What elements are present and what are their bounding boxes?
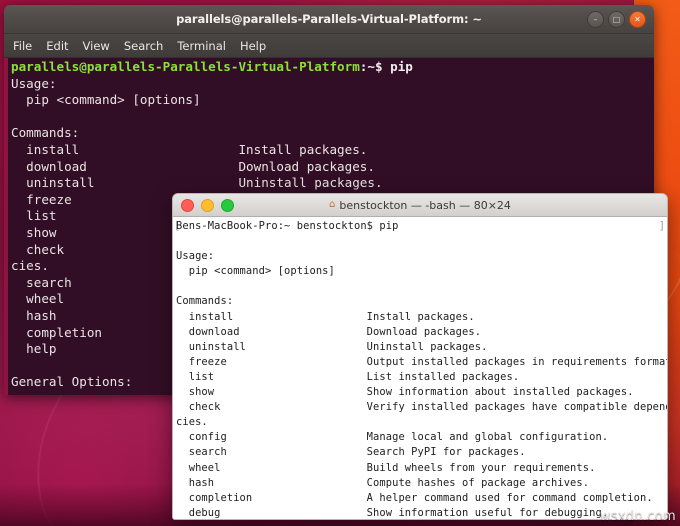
ubuntu-titlebar[interactable]: parallels@parallels-Parallels-Virtual-Pl… (4, 5, 654, 34)
menu-item-view[interactable]: View (83, 39, 110, 53)
ubuntu-left-accent-edge (4, 58, 8, 395)
watermark-text: wsxdn.com (599, 509, 676, 524)
maximize-icon[interactable]: □ (608, 11, 625, 28)
mac-titlebar[interactable]: ⌂ benstockton — -bash — 80×24 (173, 194, 667, 217)
mac-terminal-output: Bens-MacBook-Pro:~ benstockton$ pip Usag… (176, 220, 667, 519)
home-folder-icon: ⌂ (329, 199, 336, 210)
mac-terminal-body[interactable]: [ ] Bens-MacBook-Pro:~ benstockton$ pip … (173, 217, 667, 519)
desktop-screen: parallels@parallels-Parallels-Virtual-Pl… (0, 0, 680, 526)
menu-item-search[interactable]: Search (124, 39, 164, 53)
mac-title-group: ⌂ benstockton — -bash — 80×24 (173, 194, 667, 216)
menu-item-file[interactable]: File (13, 39, 32, 53)
ubuntu-prompt-user: parallels@parallels-Parallels-Virtual-Pl… (11, 59, 360, 74)
menu-item-terminal[interactable]: Terminal (177, 39, 226, 53)
menu-item-edit[interactable]: Edit (46, 39, 68, 53)
ubuntu-prompt-command: :~$ pip (359, 59, 413, 74)
ubuntu-menubar: File Edit View Search Terminal Help (4, 34, 654, 58)
minimize-icon[interactable]: – (587, 11, 604, 28)
ubuntu-window-controls: – □ ✕ (587, 11, 646, 28)
close-icon[interactable]: ✕ (629, 11, 646, 28)
mac-terminal-window[interactable]: ⌂ benstockton — -bash — 80×24 [ ] Bens-M… (172, 193, 668, 520)
mac-window-title: benstockton — -bash — 80×24 (339, 198, 511, 212)
ubuntu-window-title: parallels@parallels-Parallels-Virtual-Pl… (176, 12, 482, 26)
menu-item-help[interactable]: Help (240, 39, 266, 53)
